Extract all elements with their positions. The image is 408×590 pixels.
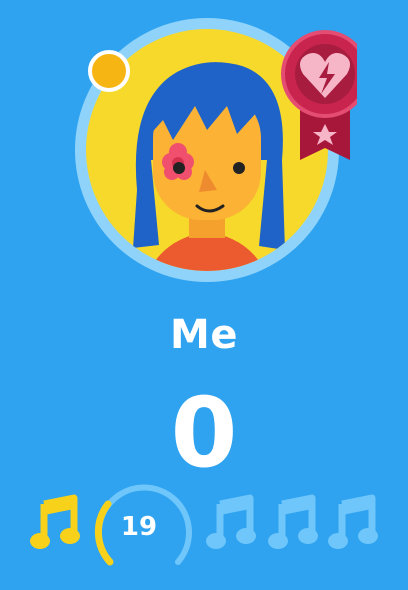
music-note-icon — [30, 494, 80, 549]
music-note-icon — [328, 494, 378, 549]
player-name: Me — [170, 312, 238, 358]
player-score: 0 — [170, 377, 238, 489]
avatar[interactable] — [67, 10, 357, 300]
player-card: Me 0 19 — [0, 0, 408, 590]
music-note-icon — [268, 494, 318, 549]
online-dot-icon — [88, 50, 130, 92]
round-timer-value: 19 — [120, 512, 158, 542]
music-note-icon — [206, 494, 256, 549]
